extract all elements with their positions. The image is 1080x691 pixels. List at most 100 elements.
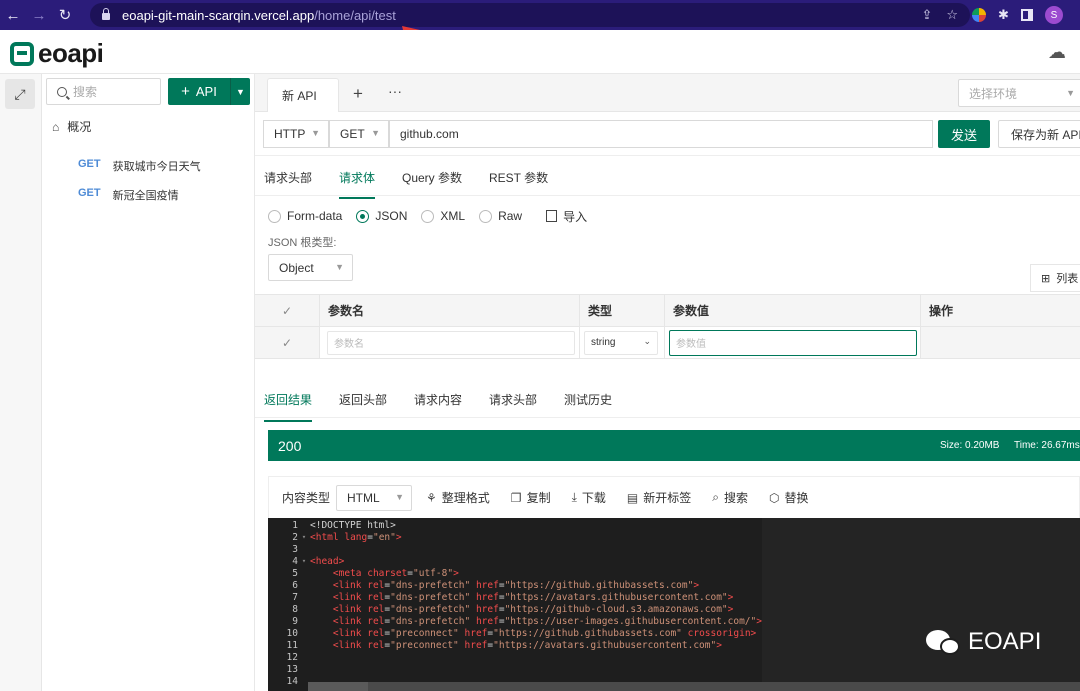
share-icon[interactable]: ⇪ <box>921 7 932 23</box>
radio-label: JSON <box>375 209 408 223</box>
api-sidebar: + API ▼ ⌂ 概况 GET 获取城市今日天气 GET 新冠全国疫情 <box>42 74 255 691</box>
api-list-item[interactable]: GET 新冠全国疫情 <box>78 187 179 203</box>
tab-request-body[interactable]: 请求体 <box>339 169 376 199</box>
protocol-select[interactable]: HTTP ▼ <box>263 120 329 148</box>
table-icon: ⊞ <box>1041 272 1051 285</box>
tab-rest-params[interactable]: REST 参数 <box>489 169 548 186</box>
add-tab-icon[interactable]: + <box>353 84 363 104</box>
api-method: GET <box>78 187 101 199</box>
code-editor[interactable]: 1 <!DOCTYPE html> 2 ▾ <html lang="en"> 3 4 ▾ <he… <box>268 518 1080 691</box>
tab-response-result[interactable]: 返回结果 <box>264 391 313 422</box>
code-line: 3 <box>268 543 762 555</box>
side-panel-icon[interactable] <box>1020 9 1033 21</box>
editor-minimap[interactable] <box>762 518 1080 691</box>
json-root-type-select[interactable]: Object ▼ <box>268 254 353 281</box>
back-arrow-icon[interactable]: ← <box>0 0 26 30</box>
fold-chevron-icon[interactable]: ▾ <box>298 557 310 565</box>
json-root-type-label: JSON 根类型: <box>268 237 337 249</box>
bookmark-star-icon[interactable]: ☆ <box>946 7 958 23</box>
address-bar[interactable]: eoapi-git-main-scarqin.vercel.app/home/a… <box>90 3 970 27</box>
url-input[interactable] <box>389 120 933 148</box>
add-api-main[interactable]: + API <box>168 78 230 105</box>
api-name: 获取城市今日天气 <box>112 161 201 173</box>
format-button[interactable]: ⚘ 整理格式 <box>426 489 490 506</box>
fold-chevron-icon[interactable]: ▾ <box>298 533 310 541</box>
request-tabs: 请求头部 请求体 Query 参数 REST 参数 <box>255 156 1080 199</box>
param-name-cell: 参数名 <box>320 327 580 358</box>
tab-response-headers[interactable]: 返回头部 <box>339 391 387 408</box>
import-button[interactable]: 导入 <box>546 208 587 225</box>
line-number: 4 <box>292 555 298 567</box>
code-line: 10 <link rel="preconnect" href="https://… <box>268 627 762 639</box>
send-button[interactable]: 发送 <box>938 120 990 148</box>
line-number: 12 <box>286 651 298 663</box>
select-all-checkbox[interactable]: ✓ <box>255 295 320 326</box>
search-input[interactable] <box>73 84 153 99</box>
tab-new-api[interactable]: 新 API <box>267 78 339 112</box>
line-number: 7 <box>292 591 298 603</box>
new-tab-button[interactable]: ▤ 新开标签 <box>627 489 691 506</box>
code-line: 8 <link rel="dns-prefetch" href="https:/… <box>268 603 762 615</box>
environment-select[interactable]: 选择环境 ▼ <box>958 79 1080 107</box>
lock-icon <box>102 8 110 20</box>
wechat-icon <box>926 628 962 656</box>
radio-label: XML <box>440 209 466 223</box>
add-api-dropdown-icon[interactable]: ▼ <box>230 78 250 105</box>
radio-raw[interactable]: Raw <box>479 209 522 223</box>
profile-avatar[interactable]: S <box>1044 6 1063 24</box>
list-view-label: 列表 <box>1056 273 1079 285</box>
line-number: 11 <box>286 639 298 651</box>
radio-form-data[interactable]: Form-data <box>268 209 342 223</box>
param-name-input[interactable]: 参数名 <box>327 330 575 355</box>
line-number: 5 <box>292 567 298 579</box>
content-type-select[interactable]: HTML ▼ <box>336 484 413 511</box>
radio-json[interactable]: JSON <box>356 209 407 223</box>
sidebar-item-overview[interactable]: ⌂ 概况 <box>52 118 91 135</box>
more-tabs-icon[interactable]: ··· <box>388 83 402 99</box>
tab-request-headers[interactable]: 请求头部 <box>264 169 312 186</box>
line-number: 13 <box>286 663 298 675</box>
api-module-icon[interactable]: ⤢ <box>5 79 35 109</box>
param-value-input[interactable]: 参数值 <box>669 329 917 356</box>
menu-dots-icon[interactable]: ⋮ <box>1075 7 1080 24</box>
reload-icon[interactable]: ↻ <box>52 0 78 30</box>
tab-query-params[interactable]: Query 参数 <box>402 169 462 186</box>
app-logo[interactable]: eoapi <box>10 38 104 69</box>
search-label: 搜索 <box>724 491 749 505</box>
search-icon <box>57 86 67 97</box>
tab-test-history[interactable]: 测试历史 <box>564 391 612 408</box>
search-box[interactable] <box>46 78 161 105</box>
line-number: 14 <box>286 675 298 687</box>
tab-request-content[interactable]: 请求内容 <box>414 391 462 408</box>
line-number: 10 <box>286 627 298 639</box>
chevron-down-icon: ▼ <box>371 128 380 138</box>
param-type-cell: string ⌄ <box>580 327 665 358</box>
replace-button[interactable]: ⬡ 替换 <box>769 489 809 506</box>
api-list-item[interactable]: GET 获取城市今日天气 <box>78 158 201 174</box>
save-as-new-api-button[interactable]: 保存为新 API <box>998 120 1080 148</box>
copy-button[interactable]: ❐ 复制 <box>511 489 551 506</box>
code-line: 5 <meta charset="utf-8"> <box>268 567 762 579</box>
method-select[interactable]: GET ▼ <box>329 120 389 148</box>
puzzle-icon[interactable]: ✱ <box>998 7 1009 23</box>
download-button[interactable]: ⤓ 下载 <box>572 489 606 506</box>
response-size: Size: 0.20MB <box>940 440 1000 451</box>
search-button[interactable]: ⌕ 搜索 <box>712 489 748 506</box>
radio-xml[interactable]: XML <box>421 209 465 223</box>
tab-request-headers-sent[interactable]: 请求头部 <box>489 391 537 408</box>
copy-icon: ❐ <box>510 490 522 505</box>
api-method: GET <box>78 158 101 170</box>
list-view-button[interactable]: ⊞ 列表 <box>1030 264 1080 292</box>
forward-arrow-icon[interactable]: → <box>26 0 52 30</box>
column-header: 操作 <box>929 304 954 318</box>
add-api-button[interactable]: + API ▼ <box>168 78 250 105</box>
param-type-select[interactable]: string ⌄ <box>584 330 658 355</box>
watermark: EOAPI <box>926 628 1041 656</box>
add-api-label: API <box>195 84 217 99</box>
line-number: 6 <box>292 579 298 591</box>
extension-icon[interactable] <box>972 8 986 22</box>
tab-bar: 新 API + ··· 选择环境 ▼ <box>255 74 1080 112</box>
cloud-sync-icon[interactable]: ☁ <box>1048 42 1066 63</box>
row-checkbox[interactable]: ✓ <box>255 327 320 358</box>
activity-bar: ⤢ <box>0 74 42 691</box>
